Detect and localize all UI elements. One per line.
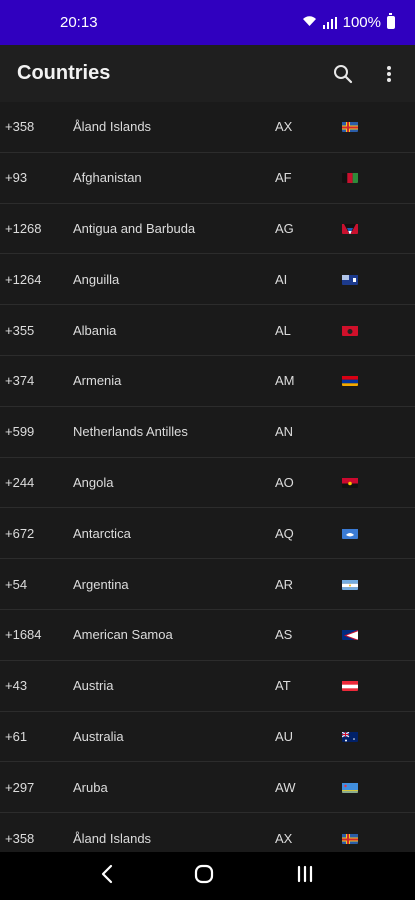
- list-item[interactable]: +43 Austria AT: [0, 661, 415, 712]
- navigation-bar: [0, 852, 415, 900]
- status-icons: 100%: [302, 13, 395, 31]
- app-bar-actions: [331, 62, 401, 86]
- country-list[interactable]: +358 Åland Islands AX +93 Afghanistan AF +1268…: [0, 102, 415, 852]
- list-item[interactable]: +244 Angola AO: [0, 458, 415, 509]
- back-icon[interactable]: [100, 864, 114, 889]
- as-flag-icon: [342, 629, 358, 641]
- country-dial-code: +244: [5, 474, 35, 490]
- country-dial-code: +358: [5, 119, 35, 135]
- list-item[interactable]: +355 Albania AL: [0, 305, 415, 356]
- country-dial-code: +93: [5, 170, 28, 186]
- country-iso-code: AX: [275, 830, 293, 846]
- more-vert-icon[interactable]: [377, 62, 401, 86]
- country-dial-code: +672: [5, 525, 35, 541]
- list-item[interactable]: +374 Armenia AM: [0, 356, 415, 407]
- page-title: Countries: [17, 62, 111, 84]
- au-flag-icon: [342, 731, 358, 742]
- battery-icon: [387, 13, 395, 29]
- list-item[interactable]: +599 Netherlands Antilles AN: [0, 407, 415, 458]
- country-dial-code: +1264: [5, 271, 42, 287]
- search-icon[interactable]: [331, 62, 355, 86]
- list-item[interactable]: +358 Åland Islands AX: [0, 102, 415, 153]
- country-dial-code: +297: [5, 779, 35, 795]
- country-name: Antigua and Barbuda: [73, 220, 196, 236]
- country-name: Angola: [73, 474, 114, 490]
- am-flag-icon: [342, 375, 358, 387]
- country-dial-code: +599: [5, 424, 35, 440]
- af-flag-icon: [342, 172, 358, 184]
- app-bar: Countries: [0, 45, 415, 102]
- country-iso-code: AR: [275, 576, 294, 592]
- country-name: Austria: [73, 678, 114, 694]
- al-flag-icon: [342, 325, 358, 336]
- aq-flag-icon: [342, 528, 358, 539]
- country-dial-code: +1268: [5, 220, 42, 236]
- country-iso-code: AO: [275, 474, 294, 490]
- country-name: Netherlands Antilles: [73, 424, 188, 440]
- country-name: Argentina: [73, 576, 129, 592]
- country-dial-code: +43: [5, 678, 28, 694]
- country-iso-code: AU: [275, 728, 294, 744]
- country-iso-code: AI: [275, 271, 288, 287]
- at-flag-icon: [342, 680, 358, 692]
- country-name: Armenia: [73, 373, 122, 389]
- ax-flag-icon: [342, 121, 358, 133]
- country-iso-code: AN: [275, 424, 294, 440]
- country-iso-code: AM: [275, 373, 295, 389]
- status-time: 20:13: [60, 14, 98, 31]
- country-dial-code: +358: [5, 830, 35, 846]
- country-name: Åland Islands: [73, 830, 152, 846]
- country-name: Albania: [73, 322, 117, 338]
- recents-icon[interactable]: [295, 864, 315, 889]
- country-dial-code: +61: [5, 728, 28, 744]
- country-name: Åland Islands: [73, 119, 152, 135]
- country-iso-code: AL: [275, 322, 291, 338]
- ai-flag-icon: [342, 274, 358, 285]
- country-iso-code: AT: [275, 678, 291, 694]
- status-bar: 20:13 100%: [0, 0, 415, 45]
- country-iso-code: AG: [275, 220, 294, 236]
- ax-flag-icon: [342, 833, 358, 844]
- country-iso-code: AF: [275, 170, 292, 186]
- signal-icon: [322, 16, 337, 29]
- home-icon[interactable]: [193, 863, 215, 890]
- country-iso-code: AX: [275, 119, 293, 135]
- country-dial-code: +374: [5, 373, 35, 389]
- list-item[interactable]: +1684 American Samoa AS: [0, 610, 415, 661]
- wifi-icon: [302, 14, 317, 31]
- country-dial-code: +355: [5, 322, 35, 338]
- list-item[interactable]: +93 Afghanistan AF: [0, 153, 415, 204]
- list-item[interactable]: +1264 Anguilla AI: [0, 254, 415, 306]
- list-item[interactable]: +297 Aruba AW: [0, 762, 415, 814]
- ag-flag-icon: [342, 223, 358, 234]
- country-name: Afghanistan: [73, 170, 142, 186]
- country-name: Antarctica: [73, 525, 131, 541]
- list-item[interactable]: +54 Argentina AR: [0, 559, 415, 610]
- country-name: Anguilla: [73, 271, 120, 287]
- battery-percent: 100%: [342, 14, 381, 31]
- country-name: Australia: [73, 728, 124, 744]
- list-item[interactable]: +672 Antarctica AQ: [0, 508, 415, 560]
- list-item[interactable]: +1268 Antigua and Barbuda AG: [0, 204, 415, 255]
- ar-flag-icon: [342, 579, 358, 590]
- country-iso-code: AW: [275, 779, 296, 795]
- aw-flag-icon: [342, 782, 358, 793]
- country-dial-code: +1684: [5, 627, 42, 643]
- country-name: Aruba: [73, 779, 108, 795]
- country-iso-code: AS: [275, 627, 293, 643]
- list-item[interactable]: +358 Åland Islands AX: [0, 813, 415, 852]
- country-iso-code: AQ: [275, 525, 294, 541]
- country-name: American Samoa: [73, 627, 173, 643]
- ao-flag-icon: [342, 477, 358, 488]
- country-dial-code: +54: [5, 576, 28, 592]
- list-item[interactable]: +61 Australia AU: [0, 712, 415, 763]
